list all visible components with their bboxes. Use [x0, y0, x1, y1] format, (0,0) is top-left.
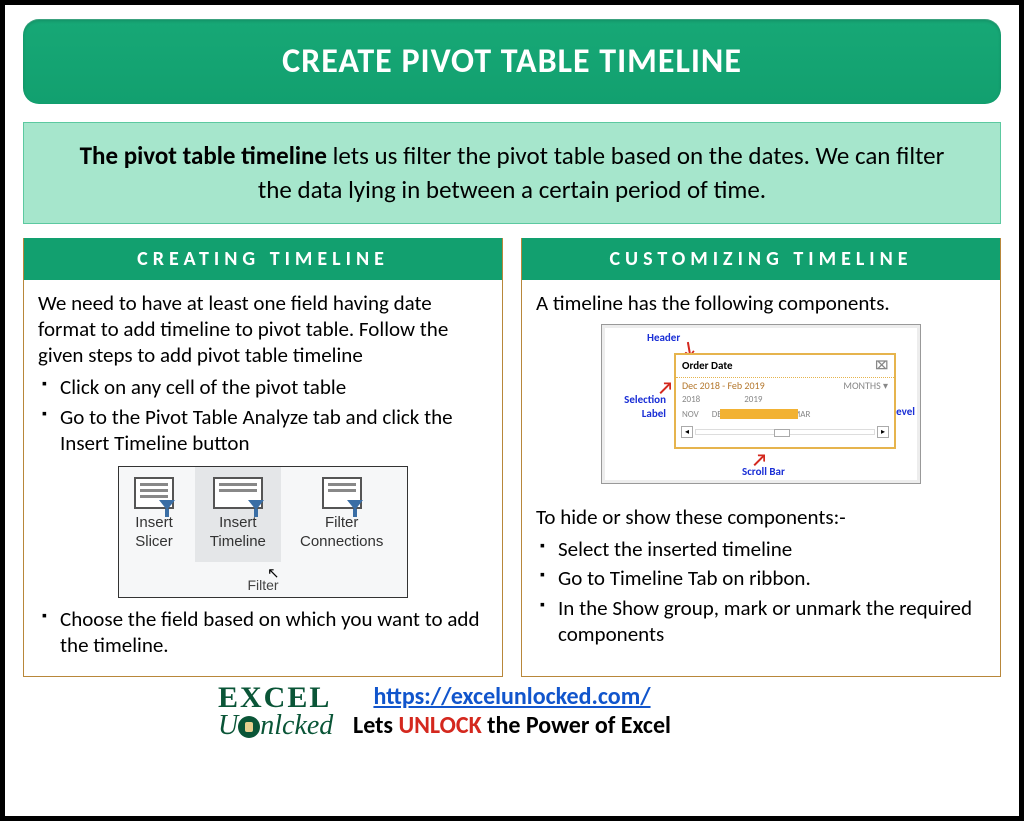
- footer: EXCEL Unlcked https://excelunlocked.com/…: [23, 682, 1001, 740]
- customizing-para: A timeline has the following components.: [536, 290, 986, 316]
- customize-step-1: Select the inserted timeline: [536, 536, 986, 562]
- columns: CREATING TIMELINE We need to have at lea…: [23, 238, 1001, 677]
- timeline-selection-bar[interactable]: [720, 409, 798, 419]
- customizing-para2: To hide or show these components:-: [536, 504, 986, 530]
- timeline-level-dropdown[interactable]: MONTHS ▾: [843, 380, 888, 393]
- timeline-header-text: Order Date: [682, 359, 733, 373]
- customize-step-3: In the Show group, mark or unmark the re…: [536, 595, 986, 648]
- page-frame: CREATE PIVOT TABLE TIMELINE The pivot ta…: [0, 0, 1024, 821]
- ribbon-group-label: Filter: [119, 577, 407, 595]
- insert-timeline-button[interactable]: Insert Timeline: [195, 467, 281, 562]
- creating-head: CREATING TIMELINE: [24, 238, 502, 280]
- customizing-body: A timeline has the following components.…: [522, 280, 1000, 665]
- timeline-years: 2018 2019: [676, 394, 894, 405]
- tag-post: the Power of Excel: [482, 711, 671, 740]
- insert-slicer-line2: Slicer: [135, 533, 173, 550]
- year-2019: 2019: [744, 394, 762, 405]
- customize-step-2: Go to Timeline Tab on ribbon.: [536, 565, 986, 591]
- creating-list: Click on any cell of the pivot table Go …: [38, 374, 488, 456]
- intro-band: The pivot table timeline lets us filter …: [23, 122, 1001, 224]
- connections-icon: [322, 477, 362, 509]
- filter-conn-line2: Connections: [300, 533, 383, 550]
- creating-step-1: Click on any cell of the pivot table: [38, 374, 488, 400]
- customizing-list: Select the inserted timeline Go to Timel…: [536, 536, 986, 647]
- logo-line2: Unlcked: [218, 710, 418, 742]
- creating-step-2: Go to the Pivot Table Analyze tab and cl…: [38, 404, 488, 457]
- timeline-months[interactable]: NOV DEC JAN FEB MAR: [676, 405, 894, 423]
- creating-step-3: Choose the field based on which you want…: [38, 606, 488, 659]
- arrow-scrollbar-icon: ↗: [752, 455, 767, 465]
- year-2018: 2018: [682, 394, 700, 405]
- logo-line1: EXCEL: [218, 686, 418, 710]
- ribbon-screenshot: Insert Slicer Insert Timeline Filter Con…: [118, 466, 408, 598]
- scroll-track[interactable]: [695, 429, 875, 435]
- scroll-right-button[interactable]: ▸: [877, 426, 889, 438]
- timeline-icon: [213, 477, 263, 509]
- creating-list-2: Choose the field based on which you want…: [38, 606, 488, 659]
- insert-timeline-line2: Timeline: [210, 533, 266, 550]
- scroll-left-button[interactable]: ◂: [681, 426, 693, 438]
- insert-slicer-button[interactable]: Insert Slicer: [119, 467, 189, 562]
- tagline: Lets UNLOCK the Power of Excel: [23, 711, 1001, 740]
- lock-icon: [238, 716, 260, 738]
- month-nov: NOV: [682, 409, 699, 420]
- slicer-icon: [134, 477, 174, 509]
- page-title: CREATE PIVOT TABLE TIMELINE: [282, 41, 742, 82]
- creating-column: CREATING TIMELINE We need to have at lea…: [23, 238, 503, 677]
- customizing-column: CUSTOMIZING TIMELINE A timeline has the …: [521, 238, 1001, 677]
- brand-logo: EXCEL Unlcked: [218, 686, 418, 742]
- timeline-control[interactable]: Order Date ⌧ Dec 2018 - Feb 2019 MONTHS …: [674, 353, 896, 449]
- timeline-header: Order Date ⌧: [676, 355, 894, 378]
- customizing-head: CUSTOMIZING TIMELINE: [522, 238, 1000, 280]
- intro-bold: The pivot table timeline: [80, 140, 327, 171]
- timeline-scrollbar[interactable]: ◂ ▸: [681, 426, 889, 438]
- filter-connections-button[interactable]: Filter Connections: [287, 467, 397, 562]
- creating-body: We need to have at least one field havin…: [24, 280, 502, 676]
- label-header: Header: [647, 331, 680, 345]
- logo-line2-rest: nlcked: [260, 710, 333, 741]
- clear-filter-icon[interactable]: ⌧: [875, 359, 888, 373]
- page-title-band: CREATE PIVOT TABLE TIMELINE: [23, 19, 1001, 104]
- timeline-range: Dec 2018 - Feb 2019: [682, 380, 765, 393]
- timeline-screenshot: Header ↘ Selection Label ↗ Timelevel ↗ S…: [601, 324, 921, 484]
- scroll-thumb[interactable]: [774, 429, 790, 437]
- insert-timeline-line1: Insert: [219, 514, 257, 531]
- creating-para: We need to have at least one field havin…: [38, 290, 488, 369]
- intro-text: lets us filter the pivot table based on …: [258, 140, 944, 205]
- arrow-selection-icon: ↗: [658, 383, 673, 393]
- timeline-range-row: Dec 2018 - Feb 2019 MONTHS ▾: [676, 378, 894, 395]
